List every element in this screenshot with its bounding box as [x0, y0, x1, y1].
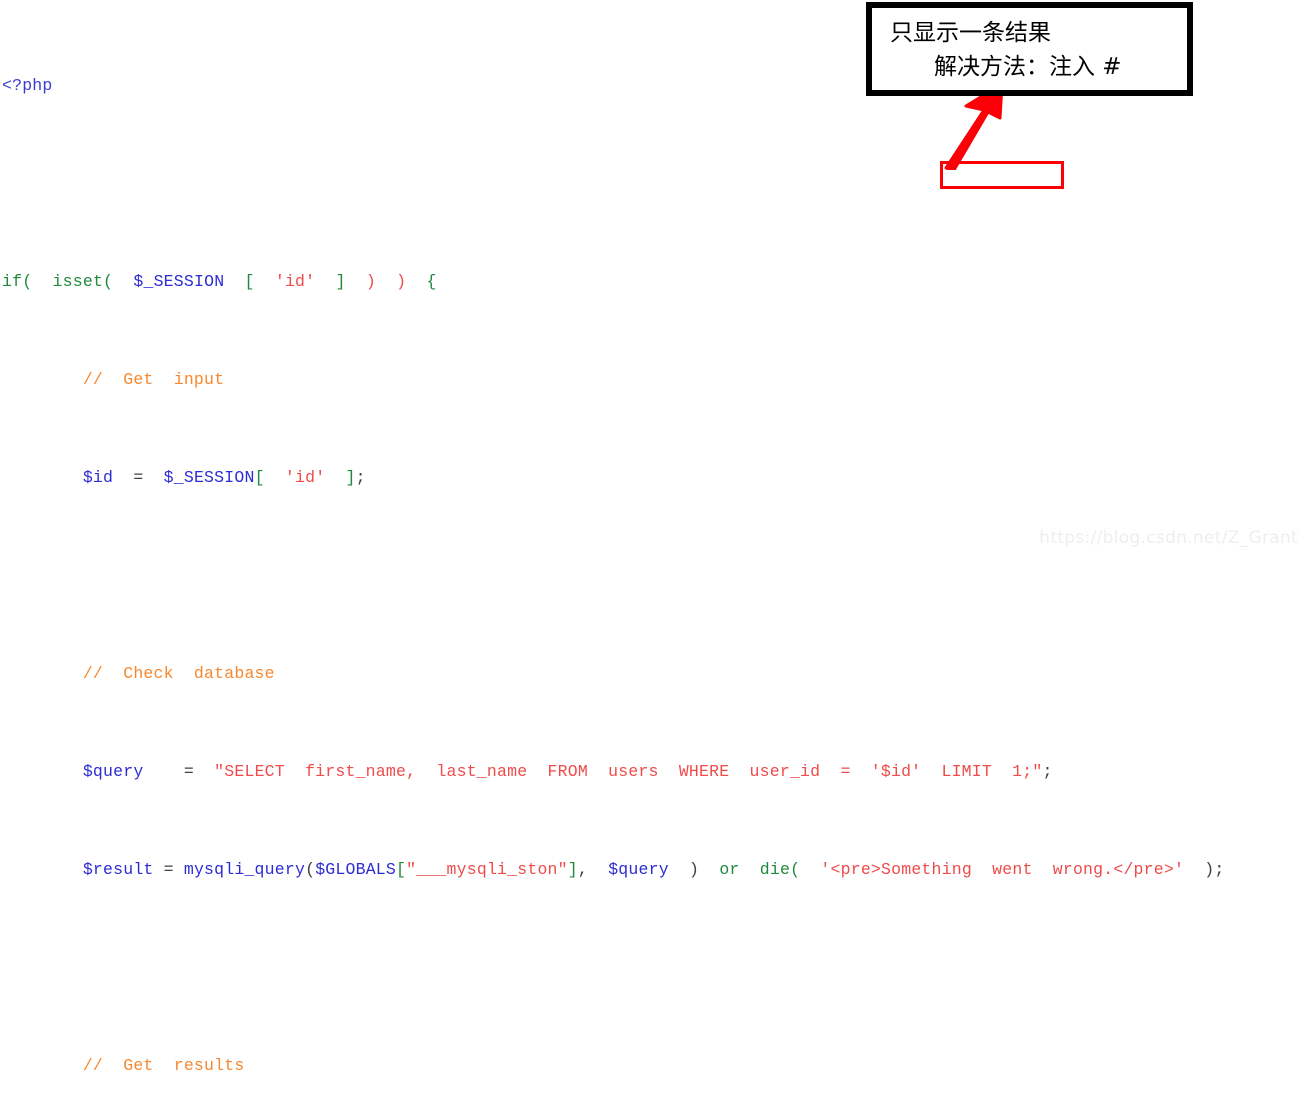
code-line: if( isset( $_SESSION [ 'id' ] ) ) { [2, 271, 437, 291]
annotation-callout: 只显示一条结果 解决方法：注入 # [866, 2, 1193, 96]
code-line-comment: // Get results [2, 1055, 245, 1075]
code-line-comment: // Check database [2, 663, 275, 683]
code-line-comment: // Get input [2, 369, 225, 389]
annotation-line-1: 只显示一条结果 [890, 20, 1051, 46]
code-line-query: $query = "SELECT first_name, last_name F… [2, 761, 1053, 781]
annotation-line-2: 解决方法：注入 # [934, 54, 1122, 80]
code-line-result: $result = mysqli_query($GLOBALS["___mysq… [2, 859, 1225, 879]
watermark: https://blog.csdn.net/Z_Grant [1039, 528, 1298, 548]
php-open-tag: <?php [2, 75, 53, 95]
code-line: $id = $_SESSION[ 'id' ]; [2, 467, 366, 487]
